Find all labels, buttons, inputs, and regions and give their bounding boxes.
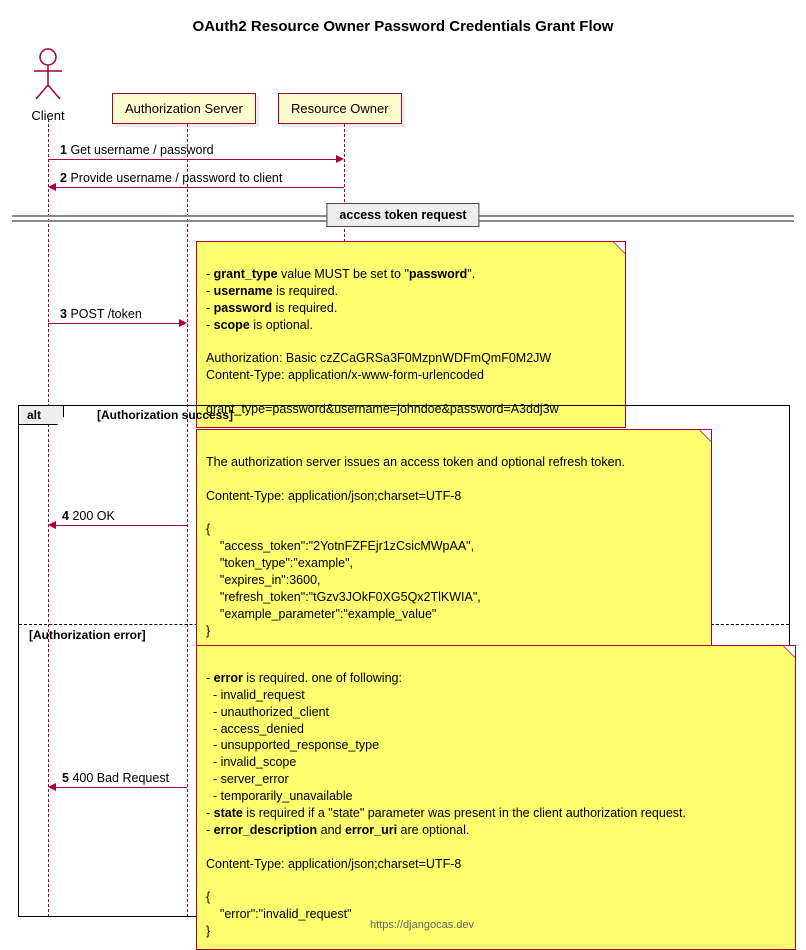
participant-authz: Authorization Server (112, 93, 256, 124)
alt-label: alt (19, 406, 64, 425)
alt-guard-success: [Authorization success] (97, 408, 233, 422)
msg-3-label: 3 POST /token (60, 307, 142, 321)
arrow-icon (48, 783, 56, 791)
sequence-diagram: Client Authorization Server Resource Own… (12, 47, 794, 917)
msg-4-arrow (56, 525, 187, 526)
alt-guard-error: [Authorization error] (29, 628, 146, 642)
arrow-icon (48, 521, 56, 529)
actor-client-label: Client (26, 108, 70, 123)
diagram-title: OAuth2 Resource Owner Password Credentia… (12, 18, 794, 35)
participant-owner: Resource Owner (278, 93, 402, 124)
msg-2-arrow (56, 187, 344, 188)
msg-3-arrow (48, 323, 179, 324)
arrow-icon (179, 319, 187, 327)
msg-5-label: 5 400 Bad Request (62, 771, 169, 785)
msg-1-arrow (48, 159, 336, 160)
note-400-error: - error is required. one of following: -… (196, 645, 796, 950)
person-icon (26, 47, 70, 103)
msg-4-label: 4 200 OK (62, 509, 115, 523)
divider-label: access token request (326, 203, 479, 227)
note-post-token: - grant_type value MUST be set to "passw… (196, 241, 626, 428)
divider: access token request (12, 215, 794, 225)
note-200-ok: The authorization server issues an acces… (196, 429, 712, 650)
msg-1-label: 1 Get username / password (60, 143, 214, 157)
actor-client: Client (26, 47, 70, 123)
msg-5-arrow (56, 787, 187, 788)
footer-url: https://djangocas.dev (370, 919, 474, 931)
msg-2-label: 2 Provide username / password to client (60, 171, 282, 185)
arrow-icon (48, 183, 56, 191)
arrow-icon (336, 155, 344, 163)
